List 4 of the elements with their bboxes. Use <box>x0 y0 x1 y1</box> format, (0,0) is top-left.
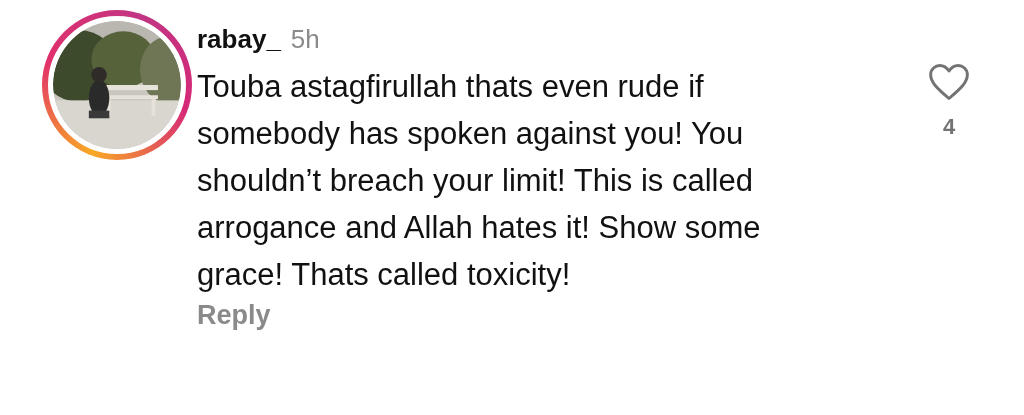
like-count: 4 <box>942 114 956 140</box>
comment-text: Touba astagfirullah thats even rude if somebody has spoken against you! You shouldn’t breach your limit! This is called arrogance and Allah hates it! Show some grace! Thats called toxicity! <box>197 68 762 294</box>
timestamp: 5h <box>290 24 320 55</box>
username[interactable]: rabay_ <box>197 24 281 55</box>
